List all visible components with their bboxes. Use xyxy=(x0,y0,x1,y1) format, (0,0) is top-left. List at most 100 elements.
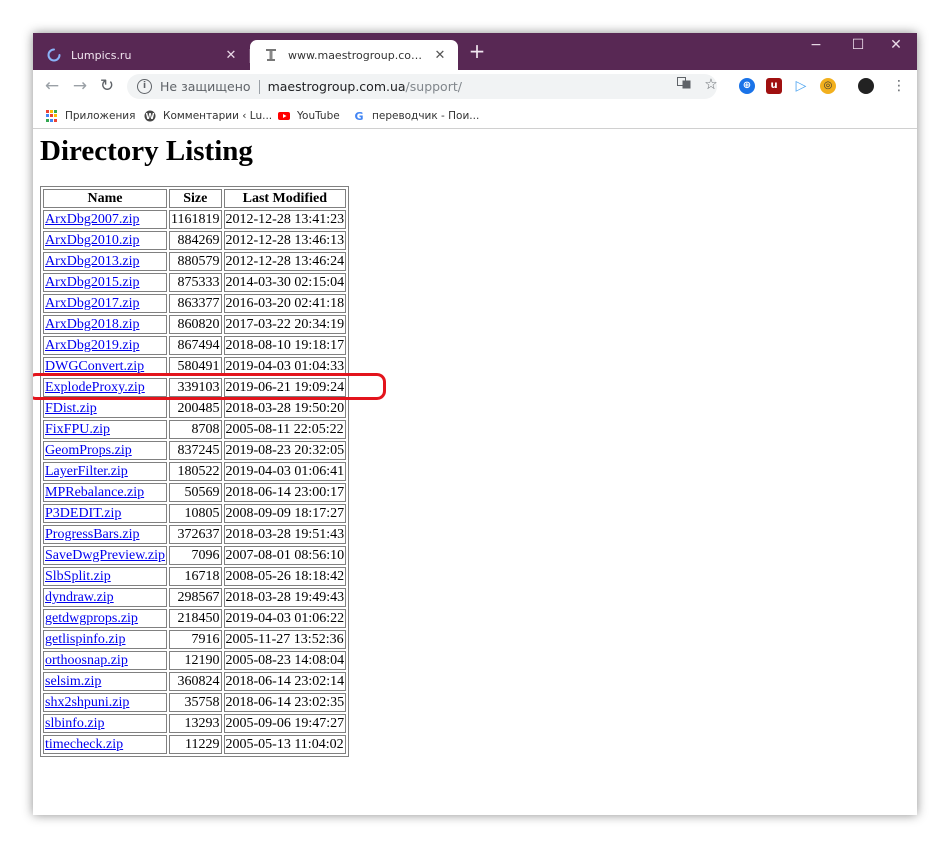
file-link[interactable]: LayerFilter.zip xyxy=(45,464,128,479)
file-name-cell: DWGConvert.zip xyxy=(43,357,168,376)
file-link[interactable]: MPRebalance.zip xyxy=(45,485,144,500)
file-link[interactable]: getlispinfo.zip xyxy=(45,632,126,647)
file-link[interactable]: shx2shpuni.zip xyxy=(45,695,129,710)
bookmark-youtube[interactable]: YouTube xyxy=(278,108,340,124)
file-link[interactable]: SaveDwgPreview.zip xyxy=(45,548,165,563)
file-link[interactable]: FDist.zip xyxy=(45,401,97,416)
info-icon[interactable]: i xyxy=(137,79,152,94)
file-name-cell: SlbSplit.zip xyxy=(43,567,168,586)
file-name-cell: getdwgprops.zip xyxy=(43,609,168,628)
last-modified-cell: 2012-12-28 13:46:13 xyxy=(223,231,347,250)
table-row: FDist.zip 200485 2018-03-28 19:50:20 xyxy=(43,399,347,418)
orange-extension-icon[interactable]: ◎ xyxy=(820,78,836,94)
table-row: MPRebalance.zip 50569 2018-06-14 23:00:17 xyxy=(43,483,347,502)
file-link[interactable]: timecheck.zip xyxy=(45,737,123,752)
file-name-cell: getlispinfo.zip xyxy=(43,630,168,649)
last-modified-cell: 2005-05-13 11:04:02 xyxy=(223,735,347,754)
file-link[interactable]: getdwgprops.zip xyxy=(45,611,138,626)
table-row: shx2shpuni.zip 35758 2018-06-14 23:02:35 xyxy=(43,693,347,712)
file-link[interactable]: ArxDbg2013.zip xyxy=(45,254,140,269)
file-link[interactable]: ProgressBars.zip xyxy=(45,527,140,542)
file-link[interactable]: DWGConvert.zip xyxy=(45,359,144,374)
file-size-cell: 218450 xyxy=(169,609,222,628)
file-link[interactable]: ArxDbg2017.zip xyxy=(45,296,140,311)
file-size-cell: 360824 xyxy=(169,672,222,691)
tab-close-icon[interactable]: ✕ xyxy=(432,48,448,63)
menu-kebab-icon[interactable]: ⋮ xyxy=(889,76,909,96)
bookmark-translator[interactable]: G переводчик - Пои... xyxy=(353,108,479,124)
address-bar[interactable]: i Не защищено maestrogroup.com.ua/suppor… xyxy=(127,74,717,99)
security-status: Не защищено xyxy=(160,79,251,94)
profile-avatar[interactable] xyxy=(858,78,874,94)
star-bookmark-icon[interactable]: ☆ xyxy=(703,76,719,92)
last-modified-cell: 2017-03-22 20:34:19 xyxy=(223,315,347,334)
file-link[interactable]: ArxDbg2007.zip xyxy=(45,212,140,227)
file-link[interactable]: SlbSplit.zip xyxy=(45,569,111,584)
file-link[interactable]: GeomProps.zip xyxy=(45,443,132,458)
file-link[interactable]: ArxDbg2018.zip xyxy=(45,317,140,332)
minimize-button[interactable]: − xyxy=(795,33,837,57)
maximize-button[interactable]: ☐ xyxy=(837,33,879,57)
last-modified-cell: 2018-03-28 19:50:20 xyxy=(223,399,347,418)
file-name-cell: ExplodeProxy.zip xyxy=(43,378,168,397)
file-size-cell: 13293 xyxy=(169,714,222,733)
file-link[interactable]: ArxDbg2019.zip xyxy=(45,338,140,353)
wordpress-icon: W xyxy=(144,110,156,122)
last-modified-cell: 2005-11-27 13:52:36 xyxy=(223,630,347,649)
file-size-cell: 884269 xyxy=(169,231,222,250)
file-size-cell: 7916 xyxy=(169,630,222,649)
last-modified-cell: 2005-08-23 14:08:04 xyxy=(223,651,347,670)
directory-table: Name Size Last Modified ArxDbg2007.zip 11… xyxy=(40,186,350,757)
table-header-row: Name Size Last Modified xyxy=(43,189,347,208)
back-arrow-icon[interactable]: ← xyxy=(42,76,62,96)
globe-extension-icon[interactable]: ⊕ xyxy=(739,78,755,94)
file-link[interactable]: slbinfo.zip xyxy=(45,716,105,731)
table-row: getlispinfo.zip 7916 2005-11-27 13:52:36 xyxy=(43,630,347,649)
bookmark-apps[interactable]: Приложения xyxy=(46,108,135,124)
play-extension-icon[interactable]: ▷ xyxy=(793,78,809,94)
file-link[interactable]: orthoosnap.zip xyxy=(45,653,128,668)
file-size-cell: 200485 xyxy=(169,399,222,418)
last-modified-cell: 2019-04-03 01:04:33 xyxy=(223,357,347,376)
url-path: /support/ xyxy=(405,79,462,94)
table-row: slbinfo.zip 13293 2005-09-06 19:47:27 xyxy=(43,714,347,733)
file-size-cell: 16718 xyxy=(169,567,222,586)
file-name-cell: ArxDbg2013.zip xyxy=(43,252,168,271)
new-tab-button[interactable]: + xyxy=(467,41,487,61)
tab-close-icon[interactable]: ✕ xyxy=(223,48,239,63)
tab-lumpics[interactable]: Lumpics.ru ✕ xyxy=(33,40,249,70)
file-size-cell: 50569 xyxy=(169,483,222,502)
table-row: P3DEDIT.zip 10805 2008-09-09 18:17:27 xyxy=(43,504,347,523)
bookmark-comments[interactable]: W Комментарии ‹ Lu... xyxy=(144,108,272,124)
file-link[interactable]: ExplodeProxy.zip xyxy=(45,380,145,395)
table-row: LayerFilter.zip 180522 2019-04-03 01:06:41 xyxy=(43,462,347,481)
file-link[interactable]: ArxDbg2015.zip xyxy=(45,275,140,290)
table-row: ExplodeProxy.zip 339103 2019-06-21 19:09:2… xyxy=(43,378,347,397)
file-name-cell: shx2shpuni.zip xyxy=(43,693,168,712)
youtube-icon xyxy=(278,112,290,120)
file-link[interactable]: P3DEDIT.zip xyxy=(45,506,121,521)
last-modified-cell: 2018-08-10 19:18:17 xyxy=(223,336,347,355)
reload-icon[interactable]: ↻ xyxy=(97,76,117,96)
file-link[interactable]: ArxDbg2010.zip xyxy=(45,233,140,248)
ublock-shield-icon[interactable]: u xyxy=(766,78,782,94)
page-viewport: Directory Listing Name Size Last Modifie… xyxy=(33,129,917,815)
table-row: ArxDbg2017.zip 863377 2016-03-20 02:41:18 xyxy=(43,294,347,313)
table-row: FixFPU.zip 8708 2005-08-11 22:05:22 xyxy=(43,420,347,439)
file-size-cell: 180522 xyxy=(169,462,222,481)
file-size-cell: 867494 xyxy=(169,336,222,355)
file-link[interactable]: FixFPU.zip xyxy=(45,422,110,437)
file-link[interactable]: selsim.zip xyxy=(45,674,101,689)
table-row: dyndraw.zip 298567 2018-03-28 19:49:43 xyxy=(43,588,347,607)
tab-maestrogroup[interactable]: www.maestrogroup.com.ua/support/ ✕ xyxy=(250,40,458,70)
close-window-button[interactable]: ✕ xyxy=(875,33,917,57)
translate-icon[interactable] xyxy=(676,76,692,92)
file-size-cell: 339103 xyxy=(169,378,222,397)
loading-icon xyxy=(47,48,61,62)
forward-arrow-icon[interactable]: → xyxy=(70,76,90,96)
file-name-cell: FDist.zip xyxy=(43,399,168,418)
file-link[interactable]: dyndraw.zip xyxy=(45,590,114,605)
file-size-cell: 8708 xyxy=(169,420,222,439)
table-row: timecheck.zip 11229 2005-05-13 11:04:02 xyxy=(43,735,347,754)
file-size-cell: 11229 xyxy=(169,735,222,754)
